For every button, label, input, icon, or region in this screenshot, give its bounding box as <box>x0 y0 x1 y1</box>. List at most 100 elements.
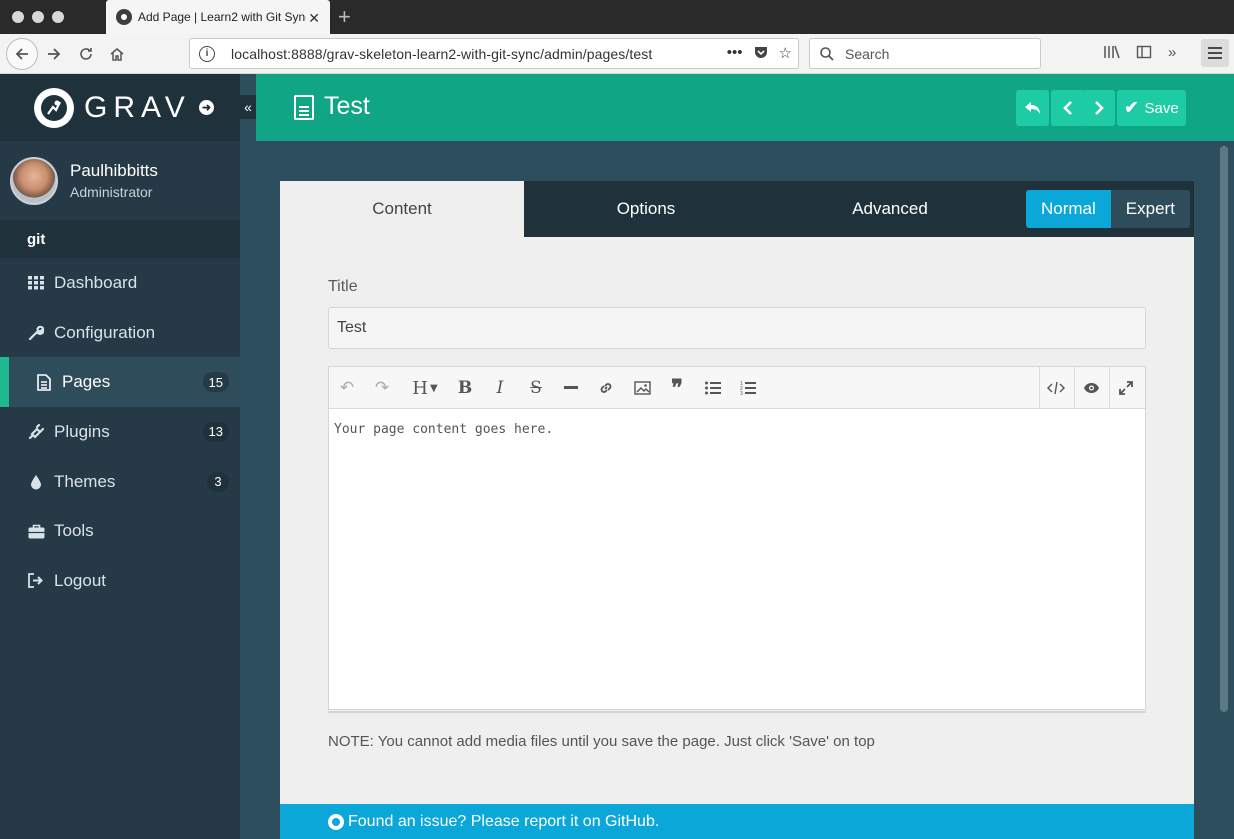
arrow-left-icon <box>15 48 28 60</box>
grav-favicon-icon <box>116 9 132 25</box>
page-header: Test ✔ Save <box>256 74 1234 141</box>
bullet-list-icon[interactable] <box>702 377 724 399</box>
check-icon: ✔ <box>1124 98 1139 117</box>
next-page-button[interactable] <box>1082 90 1115 126</box>
toolbar-divider <box>1039 367 1040 409</box>
minimize-window-button[interactable] <box>32 11 44 23</box>
image-icon[interactable] <box>631 377 653 399</box>
report-issue-bar[interactable]: Found an issue? Please report it on GitH… <box>280 804 1194 839</box>
forward-button[interactable] <box>41 41 67 67</box>
reply-icon <box>1024 102 1040 114</box>
back-button[interactable] <box>6 38 38 70</box>
close-window-button[interactable] <box>12 11 24 23</box>
admin-sidebar: GRAV ➜ Paulhibbitts Administrator git Da… <box>0 74 240 839</box>
sidebar-item-configuration[interactable]: Configuration <box>0 308 240 358</box>
undo-icon[interactable]: ↶ <box>336 377 358 399</box>
github-icon <box>328 813 344 830</box>
sidebar-menu: Dashboard Configuration Pages 15 Plugins… <box>0 258 240 606</box>
numbered-list-icon[interactable]: 123 <box>737 377 759 399</box>
chevron-left-icon <box>1062 101 1072 115</box>
markdown-editor: ↶ ↷ H ▼ B I S ❞ 123 Your page content go… <box>328 366 1146 710</box>
search-bar[interactable]: Search <box>809 38 1041 69</box>
search-icon <box>820 46 834 61</box>
page-title: Test <box>324 92 370 120</box>
browser-nav-bar: i localhost:8888/grav-skeleton-learn2-wi… <box>0 34 1234 74</box>
avatar[interactable] <box>10 156 58 205</box>
user-profile[interactable]: Paulhibbitts Administrator <box>0 141 240 221</box>
sidebar-item-logout[interactable]: Logout <box>0 556 240 606</box>
sidebar-toggle-icon[interactable] <box>1136 44 1152 64</box>
mode-normal-button[interactable]: Normal <box>1026 190 1111 228</box>
reload-icon <box>80 48 92 60</box>
editor-text-area[interactable]: Your page content goes here. <box>329 409 1145 450</box>
tab-content[interactable]: Content <box>280 181 524 237</box>
editor-resize-handle[interactable] <box>328 709 1146 713</box>
sidebar-item-pages[interactable]: Pages 15 <box>0 357 240 408</box>
page-file-icon <box>294 95 314 120</box>
url-bar[interactable]: i localhost:8888/grav-skeleton-learn2-wi… <box>189 38 799 69</box>
zoom-window-button[interactable] <box>52 11 64 23</box>
tab-options[interactable]: Options <box>524 181 768 237</box>
logo-text[interactable]: GRAV <box>84 91 191 125</box>
horizontal-rule-icon[interactable] <box>560 377 582 399</box>
sidebar-item-label: Tools <box>54 521 94 541</box>
user-name: Paulhibbitts <box>70 161 158 180</box>
save-label: Save <box>1144 99 1179 117</box>
briefcase-icon <box>27 524 45 539</box>
back-to-pages-button[interactable] <box>1016 90 1049 126</box>
collapse-sidebar-button[interactable]: « <box>240 95 256 119</box>
heading-dropdown-icon[interactable]: H ▼ <box>409 377 441 399</box>
info-icon[interactable]: i <box>199 45 215 62</box>
home-icon <box>110 48 124 61</box>
grid-icon <box>27 275 45 290</box>
reload-button[interactable] <box>73 41 99 67</box>
home-button[interactable] <box>104 41 130 67</box>
grav-logo-icon[interactable] <box>34 87 74 128</box>
mode-expert-button[interactable]: Expert <box>1110 190 1190 228</box>
page-editor-card: Content Options Advanced Normal Expert T… <box>280 181 1194 839</box>
save-button[interactable]: ✔ Save <box>1117 90 1186 126</box>
sidebar-item-plugins[interactable]: Plugins 13 <box>0 407 240 457</box>
tab-close-icon[interactable]: ✕ <box>308 10 320 27</box>
plugins-count-badge: 13 <box>202 421 229 442</box>
tab-title: Add Page | Learn2 with Git Sync <box>138 10 306 24</box>
blockquote-icon[interactable]: ❞ <box>666 375 688 400</box>
report-issue-link[interactable]: Found an issue? Please report it on GitH… <box>348 813 659 831</box>
double-chevron-left-icon: « <box>244 99 252 115</box>
link-icon[interactable] <box>595 377 617 399</box>
git-section-label: git <box>0 221 240 258</box>
code-view-icon[interactable] <box>1045 377 1067 399</box>
title-input[interactable] <box>328 307 1146 349</box>
sidebar-item-dashboard[interactable]: Dashboard <box>0 258 240 308</box>
browser-tab[interactable]: Add Page | Learn2 with Git Sync ✕ <box>106 0 330 34</box>
arrow-right-icon <box>48 48 61 60</box>
sidebar-item-tools[interactable]: Tools <box>0 506 240 556</box>
goto-site-icon[interactable]: ➜ <box>199 100 214 115</box>
sidebar-item-themes[interactable]: Themes 3 <box>0 457 240 507</box>
preview-eye-icon[interactable] <box>1080 377 1102 399</box>
content-tabs: Content Options Advanced Normal Expert <box>280 181 1194 237</box>
new-tab-button[interactable]: + <box>338 4 351 30</box>
browser-tab-bar: Add Page | Learn2 with Git Sync ✕ + <box>0 0 1234 34</box>
sidebar-item-label: Logout <box>54 570 106 590</box>
toolbar-divider <box>1074 367 1075 409</box>
italic-icon[interactable]: I <box>489 377 511 399</box>
plug-icon <box>27 423 45 440</box>
scrollbar[interactable] <box>1220 146 1228 712</box>
toolbar-divider <box>1109 367 1110 409</box>
redo-icon[interactable]: ↷ <box>371 377 393 399</box>
fullscreen-icon[interactable] <box>1115 377 1137 399</box>
pocket-icon[interactable] <box>753 44 769 64</box>
bookmark-star-icon[interactable]: ☆ <box>779 44 792 64</box>
strikethrough-icon[interactable]: S <box>525 377 547 399</box>
tab-advanced[interactable]: Advanced <box>768 181 1012 237</box>
hamburger-menu-button[interactable] <box>1201 39 1229 67</box>
more-actions-icon[interactable]: ••• <box>727 44 743 64</box>
chevron-right-icon <box>1094 101 1104 115</box>
overflow-chevron-icon[interactable]: » <box>1168 44 1176 61</box>
pages-count-badge: 15 <box>202 372 229 393</box>
library-icon[interactable] <box>1103 44 1121 64</box>
search-placeholder: Search <box>845 45 890 62</box>
bold-icon[interactable]: B <box>454 377 476 399</box>
previous-page-button[interactable] <box>1051 90 1084 126</box>
